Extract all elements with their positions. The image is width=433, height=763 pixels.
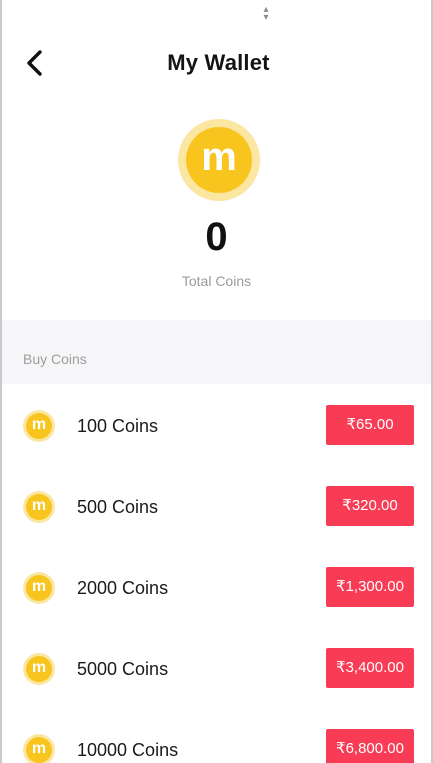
coin-letter: m xyxy=(186,127,252,193)
coin-package-row: m 10000 Coins ₹6,800.00 xyxy=(2,708,431,763)
section-label: Buy Coins xyxy=(23,351,87,367)
coin-package-row: m 2000 Coins ₹1,300.00 xyxy=(2,546,431,627)
scroll-indicator-icon: ▴ ▾ xyxy=(263,4,269,23)
coin-icon: m xyxy=(23,734,55,763)
package-coins-label: 2000 Coins xyxy=(77,578,169,598)
package-coins-label: 500 Coins xyxy=(77,497,159,517)
header: My Wallet xyxy=(2,38,431,90)
page-title: My Wallet xyxy=(167,50,270,75)
coin-package-row: m 100 Coins ₹65.00 xyxy=(2,384,431,465)
package-coins-label: 5000 Coins xyxy=(77,659,169,679)
total-coins-label: Total Coins xyxy=(181,273,252,289)
buy-price-button[interactable]: ₹320.00 xyxy=(326,486,414,526)
buy-price-button[interactable]: ₹1,300.00 xyxy=(326,567,414,607)
coin-package-row: m 500 Coins ₹320.00 xyxy=(2,465,431,546)
coin-package-list: m 100 Coins ₹65.00 m 500 Coins ₹320.00 m… xyxy=(2,384,431,763)
buy-price-button[interactable]: ₹6,800.00 xyxy=(326,729,414,763)
package-coins-label: 10000 Coins xyxy=(77,740,179,760)
coin-icon: m xyxy=(23,491,55,523)
coin-icon: m xyxy=(23,572,55,604)
coin-icon: m xyxy=(178,119,260,201)
buy-price-button[interactable]: ₹65.00 xyxy=(326,405,414,445)
wallet-screen: ▴ ▾ My Wallet m 0 Total Coins Buy Coins m… xyxy=(0,0,433,763)
package-coins-label: 100 Coins xyxy=(77,416,159,436)
coin-package-row: m 5000 Coins ₹3,400.00 xyxy=(2,627,431,708)
total-coins-value: 0 xyxy=(205,215,228,259)
coin-icon: m xyxy=(23,653,55,685)
coin-icon: m xyxy=(23,410,55,442)
buy-coins-section-header: Buy Coins xyxy=(2,320,431,384)
buy-price-button[interactable]: ₹3,400.00 xyxy=(326,648,414,688)
